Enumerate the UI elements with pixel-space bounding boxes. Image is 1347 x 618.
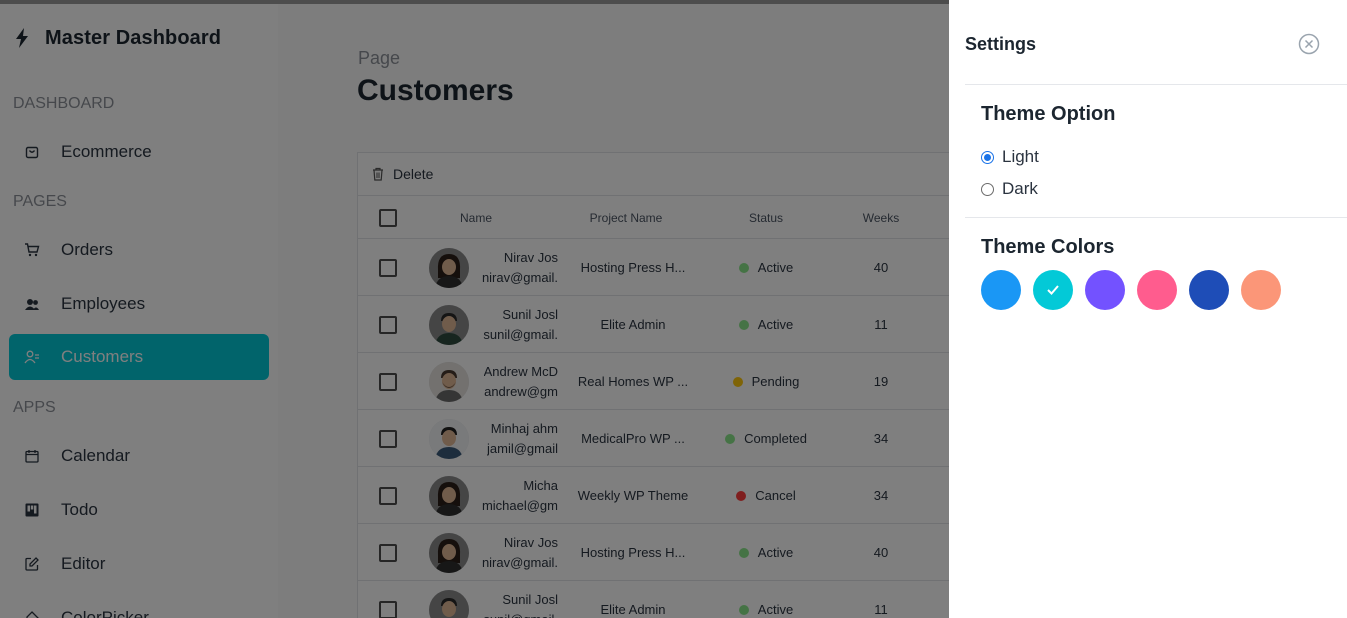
theme-color-swatch[interactable] <box>1137 270 1177 310</box>
close-icon[interactable] <box>1298 33 1320 55</box>
modal-backdrop[interactable] <box>0 0 949 618</box>
light-label: Light <box>1002 147 1039 166</box>
theme-color-swatch[interactable] <box>1241 270 1281 310</box>
dark-label: Dark <box>1002 179 1038 198</box>
theme-color-swatch[interactable] <box>1033 270 1073 310</box>
settings-panel: Settings Theme Option Light Dark Theme C… <box>949 0 1347 618</box>
theme-color-swatch[interactable] <box>1085 270 1125 310</box>
theme-dark-option[interactable]: Dark <box>981 179 1038 199</box>
theme-light-option[interactable]: Light <box>981 147 1039 167</box>
theme-option-title: Theme Option <box>981 103 1116 125</box>
settings-divider <box>965 217 1347 218</box>
light-radio[interactable] <box>981 150 994 164</box>
dark-radio[interactable] <box>981 182 994 196</box>
settings-title: Settings <box>965 34 1037 54</box>
theme-color-swatch[interactable] <box>1189 270 1229 310</box>
theme-color-swatch[interactable] <box>981 270 1021 310</box>
theme-colors-title: Theme Colors <box>981 236 1115 258</box>
theme-color-swatches <box>981 270 1293 310</box>
check-icon <box>1047 285 1059 295</box>
